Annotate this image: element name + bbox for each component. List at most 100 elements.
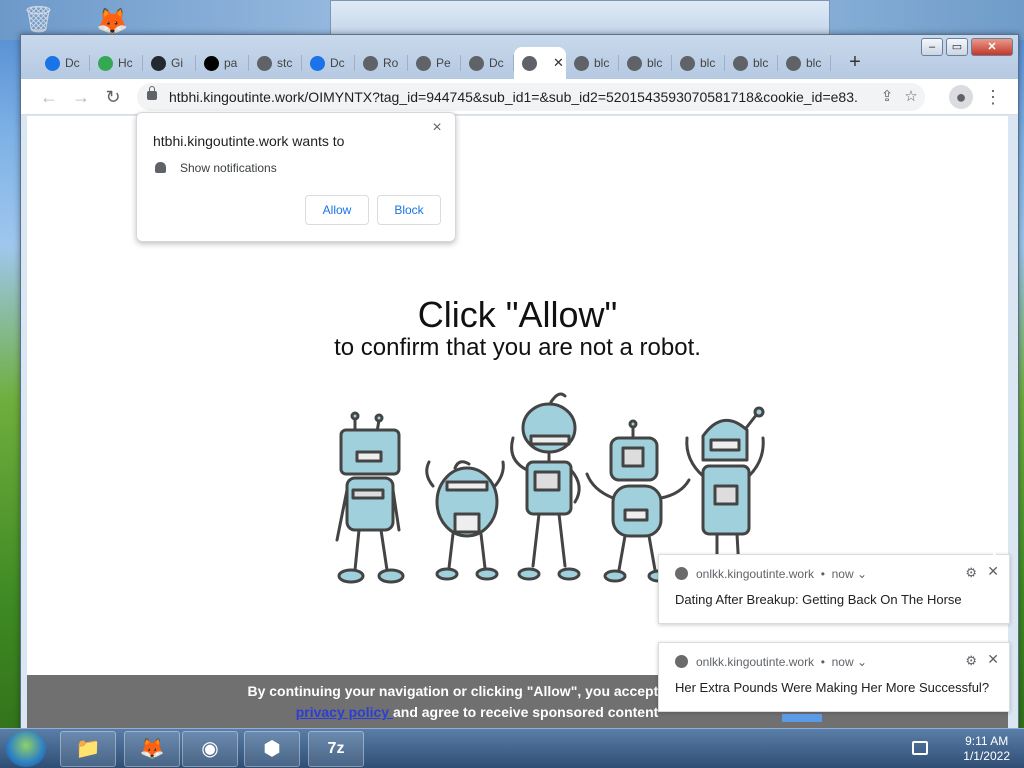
docs-icon xyxy=(45,55,60,71)
block-button[interactable]: Block xyxy=(377,195,441,225)
url-text[interactable]: htbhi.kingoutinte.work/OIMYNTX?tag_id=94… xyxy=(169,89,859,105)
browser-tab[interactable]: Gi xyxy=(143,47,196,79)
permission-item-label: Show notifications xyxy=(180,161,277,175)
background-window xyxy=(330,0,830,36)
bell-icon xyxy=(155,162,166,173)
new-tab-button[interactable]: + xyxy=(841,49,869,77)
notification-card[interactable]: onlkk.kingoutinte.work • now ⌄ Her Extra… xyxy=(658,642,1010,712)
browser-tab[interactable]: blc xyxy=(619,47,672,79)
chrome-icon[interactable]: ◉ xyxy=(182,731,238,767)
tab-label: blc xyxy=(753,56,769,70)
globe-icon xyxy=(733,55,748,71)
globe-icon xyxy=(363,55,378,71)
tab-label: Dc xyxy=(330,56,345,70)
notification-time: now xyxy=(831,655,854,669)
reload-icon[interactable]: ↻ xyxy=(101,85,125,109)
notification-source: onlkk.kingoutinte.work • now ⌄ xyxy=(675,655,867,669)
tab-label: Dc xyxy=(489,56,504,70)
permission-item: Show notifications xyxy=(155,161,277,175)
browser-tab[interactable]: stc xyxy=(249,47,302,79)
browser-tab[interactable]: Dc xyxy=(302,47,355,79)
browser-tab[interactable]: Dc xyxy=(461,47,514,79)
download-icon xyxy=(310,55,325,71)
start-button[interactable] xyxy=(6,731,46,767)
tab-label: pa xyxy=(224,56,238,70)
scroll-indicator xyxy=(782,714,822,722)
chevron-down-icon[interactable]: ⌄ xyxy=(857,655,867,669)
gear-icon[interactable]: ⚙ xyxy=(965,653,977,669)
browser-tab[interactable]: ✕ xyxy=(514,47,566,79)
privacy-policy-link[interactable]: privacy policy xyxy=(296,704,393,720)
tab-label: Pe xyxy=(436,56,451,70)
tab-label: blc xyxy=(647,56,663,70)
globe-icon xyxy=(257,55,272,71)
tab-label: blc xyxy=(806,56,822,70)
tab-label: stc xyxy=(277,56,293,70)
shield-icon xyxy=(98,55,113,71)
lock-icon[interactable] xyxy=(147,86,157,100)
browser-toolbar: ← → ↻ htbhi.kingoutinte.work/OIMYNTX?tag… xyxy=(21,79,1018,115)
gear-icon[interactable]: ⚙ xyxy=(965,565,977,581)
menu-kebab-icon[interactable]: ⋮ xyxy=(981,85,1005,109)
forward-arrow-icon[interactable]: → xyxy=(69,85,93,109)
robot-2 xyxy=(425,460,505,581)
firefox-icon[interactable]: 🦊 xyxy=(124,731,180,767)
consent-text-2: and agree to receive sponsored content xyxy=(392,704,659,720)
allow-button[interactable]: Allow xyxy=(305,195,369,225)
browser-tab[interactable]: pa xyxy=(196,47,249,79)
explorer-icon[interactable]: 📁 xyxy=(60,731,116,767)
recycle-bin-icon[interactable]: 🗑 xyxy=(22,4,55,34)
globe-icon xyxy=(522,55,537,71)
firefox-desktop-icon[interactable]: 🦊 xyxy=(96,6,128,36)
robot-1 xyxy=(335,411,405,584)
taskbar: 📁 🦊 ◉ ⬢ 7z 9:11 AM 1/1/2022 xyxy=(0,728,1024,768)
browser-tab[interactable]: Hc xyxy=(90,47,143,79)
network-icon[interactable] xyxy=(912,741,928,755)
chevron-down-icon[interactable]: ⌄ xyxy=(857,567,867,581)
clock-time: 9:11 AM xyxy=(965,734,1009,748)
notification-card[interactable]: onlkk.kingoutinte.work • now ⌄ Dating Af… xyxy=(658,554,1010,624)
notification-domain: onlkk.kingoutinte.work xyxy=(696,567,815,581)
browser-tab[interactable]: blc xyxy=(566,47,619,79)
minimize-button[interactable]: – xyxy=(921,38,943,56)
close-icon[interactable]: ✕ xyxy=(987,651,999,668)
globe-icon xyxy=(680,55,695,71)
close-window-button[interactable]: ✕ xyxy=(971,38,1013,56)
maximize-button[interactable]: ▭ xyxy=(946,38,968,56)
notification-source: onlkk.kingoutinte.work • now ⌄ xyxy=(675,567,867,581)
back-arrow-icon[interactable]: ← xyxy=(37,85,61,109)
browser-tab[interactable]: blc xyxy=(778,47,831,79)
page-subheadline: to confirm that you are not a robot. xyxy=(334,334,701,361)
close-icon[interactable]: × xyxy=(427,119,447,137)
permission-title: htbhi.kingoutinte.work wants to xyxy=(153,133,345,149)
mouse-cursor-icon xyxy=(993,548,1001,566)
notification-message: Dating After Breakup: Getting Back On Th… xyxy=(675,592,962,607)
tab-strip: Dc Hc Gi pa stc Dc Ro Pe Dc ✕ blc blc blc blc blc xyxy=(37,47,898,79)
wix-icon xyxy=(204,55,219,71)
browser-tab[interactable]: blc xyxy=(725,47,778,79)
browser-tab[interactable]: Ro xyxy=(355,47,408,79)
robot-5 xyxy=(685,406,765,572)
browser-tab[interactable]: blc xyxy=(672,47,725,79)
chrome-icon xyxy=(675,655,688,668)
virtualbox-icon[interactable]: ⬢ xyxy=(244,731,300,767)
tab-label: Hc xyxy=(118,56,133,70)
close-tab-icon[interactable]: ✕ xyxy=(553,55,564,71)
clock[interactable]: 9:11 AM 1/1/2022 xyxy=(963,734,1010,764)
bookmark-star-icon[interactable]: ☆ xyxy=(901,87,921,105)
robot-3 xyxy=(510,392,581,581)
globe-icon xyxy=(786,55,801,71)
browser-tab[interactable]: Pe xyxy=(408,47,461,79)
browser-tab[interactable]: Dc xyxy=(37,47,90,79)
profile-avatar-icon[interactable]: ● xyxy=(949,85,973,109)
tab-label: Dc xyxy=(65,56,80,70)
globe-icon xyxy=(574,55,589,71)
share-icon[interactable]: ⇪ xyxy=(877,87,897,105)
page-icon xyxy=(416,55,431,71)
tab-label: Ro xyxy=(383,56,399,70)
chrome-icon xyxy=(675,567,688,580)
notification-time: now xyxy=(831,567,854,581)
address-bar[interactable]: htbhi.kingoutinte.work/OIMYNTX?tag_id=94… xyxy=(137,83,925,111)
tab-label: blc xyxy=(594,56,610,70)
7zip-icon[interactable]: 7z xyxy=(308,731,364,767)
